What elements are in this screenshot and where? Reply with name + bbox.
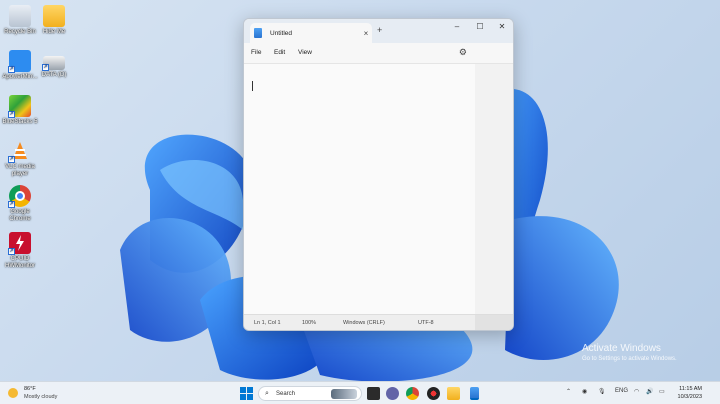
desktop-icon-chrome[interactable]: ↗ Google Chrome <box>0 185 40 223</box>
shortcut-arrow-icon: ↗ <box>8 111 15 118</box>
desktop-icon-label: CPUID HWMonitor <box>4 256 35 269</box>
weather-sun-icon <box>8 388 18 398</box>
desktop-icon-label: Hide Me <box>42 29 66 35</box>
shortcut-arrow-icon: ↗ <box>8 248 15 255</box>
desktop-icon-hwmonitor[interactable]: ↗ CPUID HWMonitor <box>0 232 40 270</box>
chrome-taskbar-icon[interactable] <box>406 387 419 400</box>
system-clock[interactable]: 11:15 AM 10/3/2023 <box>678 385 702 401</box>
drive-icon: ↗ <box>42 56 65 71</box>
show-hidden-icons-chevron-icon[interactable]: ⌃ <box>566 388 571 395</box>
notepad-window[interactable]: Untitled × + – ☐ ✕ File Edit View ⚙ Ln 1… <box>243 18 514 331</box>
vlc-cone-icon: ↗ <box>8 140 31 163</box>
notepad-taskbar-icon[interactable] <box>470 387 479 400</box>
volume-icon[interactable]: 🔊 <box>646 388 653 395</box>
taskbar-search-box[interactable]: ⌕ Search <box>258 386 362 401</box>
shortcut-arrow-icon: ↗ <box>8 156 15 163</box>
bluestacks-icon: ↗ <box>8 95 31 118</box>
recycle-bin-icon <box>9 5 31 27</box>
desktop-icon-label: BlueStacks 5 <box>2 119 38 125</box>
status-bar: Ln 1, Col 1 100% Windows (CRLF) UTF-8 <box>244 314 513 330</box>
maximize-button[interactable]: ☐ <box>473 22 487 31</box>
tray-app-icon[interactable]: ◉ <box>582 388 587 395</box>
new-tab-button[interactable]: + <box>377 25 382 35</box>
microphone-icon[interactable]: 🎙 <box>598 388 606 395</box>
watermark-subtitle: Go to Settings to activate Windows. <box>582 356 677 362</box>
desktop-icon-vlc[interactable]: ↗ VLC media player <box>0 140 40 178</box>
status-encoding[interactable]: UTF-8 <box>418 320 434 326</box>
search-placeholder: Search <box>276 391 296 397</box>
chrome-icon: ↗ <box>8 185 31 208</box>
desktop-icon-label: Recycle Bin <box>4 29 36 35</box>
desktop-icon-bluestacks[interactable]: ↗ BlueStacks 5 <box>0 95 40 126</box>
tab-title: Untitled <box>270 29 293 37</box>
desktop-icon-label: VLC media player <box>5 164 35 177</box>
close-tab-icon[interactable]: × <box>360 29 372 38</box>
apowermirror-icon: ↗ <box>8 50 31 73</box>
title-bar[interactable]: Untitled × + – ☐ ✕ <box>244 19 513 43</box>
status-zoom[interactable]: 100% <box>302 320 316 326</box>
minimize-button[interactable]: – <box>450 22 464 31</box>
scrollbar-track[interactable] <box>475 64 513 316</box>
menu-bar: File Edit View ⚙ <box>244 43 513 63</box>
watermark-title: Activate Windows <box>582 343 661 354</box>
text-caret <box>252 81 253 91</box>
shortcut-arrow-icon: ↗ <box>8 201 15 208</box>
status-line-endings[interactable]: Windows (CRLF) <box>343 320 385 326</box>
language-indicator[interactable]: ENG <box>615 388 628 394</box>
app-taskbar-icon[interactable] <box>427 387 440 400</box>
tab-untitled[interactable]: Untitled × <box>250 23 372 43</box>
windows-start-icon[interactable] <box>240 387 253 400</box>
shortcut-arrow-icon: ↗ <box>42 64 49 71</box>
search-icon: ⌕ <box>265 390 269 397</box>
activate-windows-watermark: Activate Windows Go to Settings to activ… <box>582 343 677 362</box>
clock-time: 11:15 AM <box>679 386 702 392</box>
desktop-icon-hide-me[interactable]: Hide Me <box>34 5 74 36</box>
menu-file[interactable]: File <box>251 49 261 56</box>
text-editor[interactable] <box>244 63 513 316</box>
folder-icon <box>43 5 65 27</box>
battery-icon[interactable]: ▭ <box>659 388 665 395</box>
settings-gear-icon[interactable]: ⚙ <box>459 47 467 58</box>
wifi-icon[interactable]: ◠ <box>634 388 639 395</box>
desktop-icon-label: ApowerMirr... <box>2 74 38 80</box>
task-view-icon[interactable] <box>367 387 380 400</box>
close-window-button[interactable]: ✕ <box>495 22 509 31</box>
hwmonitor-icon: ↗ <box>8 232 31 255</box>
chat-icon[interactable] <box>386 387 399 400</box>
weather-condition: Mostly cloudy <box>24 394 58 400</box>
notepad-icon <box>254 28 262 38</box>
file-explorer-icon[interactable] <box>447 387 460 400</box>
desktop-icon-data-drive[interactable]: ↗ DATA (D) <box>34 50 74 79</box>
menu-view[interactable]: View <box>298 49 312 56</box>
clock-date: 10/3/2023 <box>677 394 702 400</box>
menu-edit[interactable]: Edit <box>274 49 285 56</box>
desktop-icon-label: Google Chrome <box>9 209 31 222</box>
resize-grip[interactable] <box>475 315 513 330</box>
taskbar: 86°F Mostly cloudy ⌕ Search ⌃ ◉ 🎙 ENG ◠ … <box>0 381 720 404</box>
status-cursor-position: Ln 1, Col 1 <box>254 320 281 326</box>
desktop-icon-label: DATA (D) <box>41 72 67 78</box>
shortcut-arrow-icon: ↗ <box>8 66 15 73</box>
weather-temperature: 86°F <box>24 386 36 392</box>
search-highlight-icon <box>331 389 357 399</box>
